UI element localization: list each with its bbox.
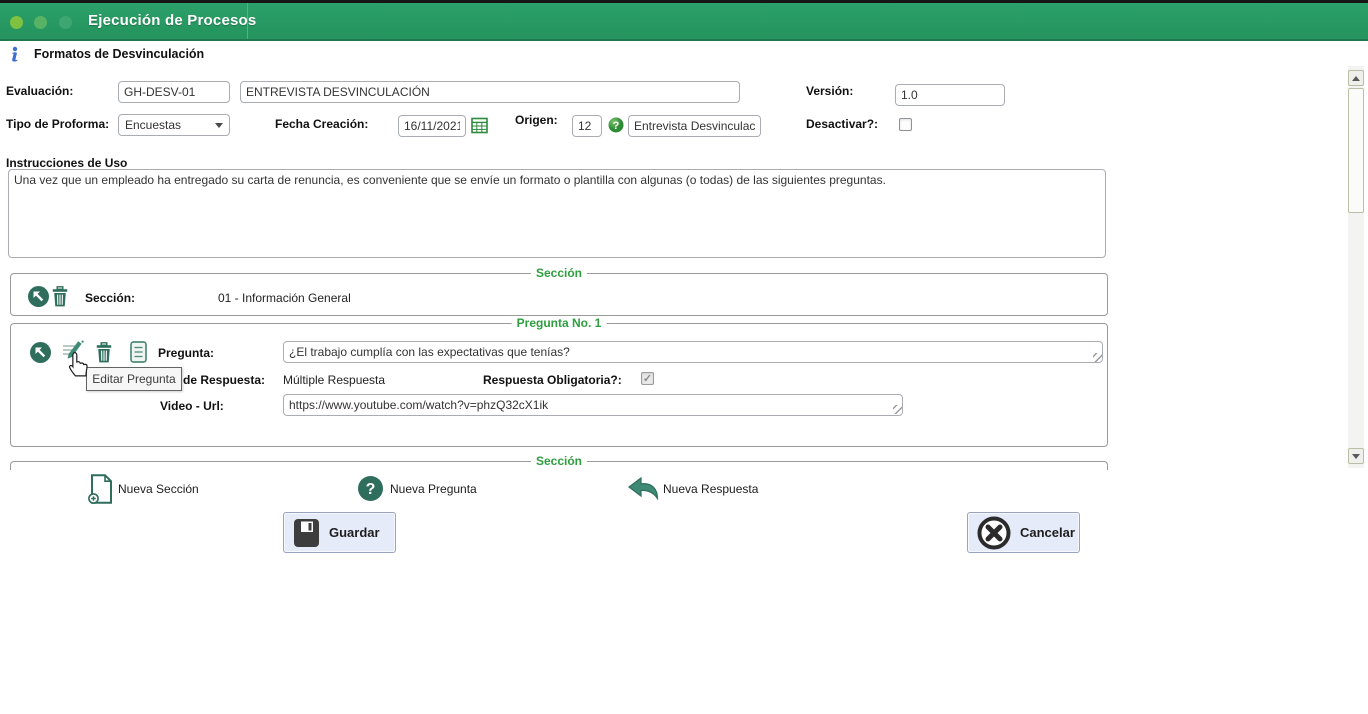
cancel-icon: [977, 516, 1011, 550]
seccion-label: Sección:: [85, 291, 136, 305]
question-doc-icon[interactable]: [130, 341, 147, 363]
scrollbar-thumb[interactable]: [1348, 88, 1364, 213]
origen-code-input[interactable]: [572, 115, 602, 137]
instrucciones-label: Instrucciones de Uso: [6, 156, 128, 170]
new-answer-icon[interactable]: [628, 476, 659, 501]
select-section-icon[interactable]: [28, 286, 49, 307]
origen-label: Origen:: [515, 113, 558, 127]
new-section-icon[interactable]: [88, 474, 114, 504]
select-question-icon[interactable]: [30, 342, 51, 363]
scroll-up-icon: [1352, 75, 1360, 81]
seccion2-fieldset: Sección: [10, 454, 1108, 470]
version-input[interactable]: [895, 84, 1005, 106]
delete-question-trash-icon[interactable]: [96, 342, 112, 363]
evaluacion-name-input[interactable]: [240, 81, 740, 103]
new-question-icon[interactable]: ?: [358, 476, 383, 501]
header-divider: [247, 3, 248, 39]
tipo-proforma-select[interactable]: Encuestas: [118, 114, 230, 136]
edit-question-tooltip: Editar Pregunta: [86, 367, 182, 391]
calendar-icon[interactable]: [471, 117, 488, 134]
seccion2-legend: Sección: [530, 454, 588, 468]
nueva-respuesta-button[interactable]: Nueva Respuesta: [663, 482, 758, 496]
respuesta-obligatoria-checkbox[interactable]: [641, 372, 654, 385]
page-title: Formatos de Desvinculación: [34, 47, 205, 61]
info-icon: [8, 46, 22, 65]
fecha-creacion-input[interactable]: [398, 115, 466, 137]
video-url-label: Video - Url:: [160, 399, 224, 413]
help-icon[interactable]: ?: [608, 117, 624, 133]
window-dot-2-icon[interactable]: [34, 16, 47, 29]
edit-icon[interactable]: [62, 340, 85, 364]
tipo-proforma-label: Tipo de Proforma:: [6, 117, 110, 131]
tipo-respuesta-value: Múltiple Respuesta: [283, 373, 386, 387]
scroll-down-button[interactable]: [1348, 448, 1364, 464]
instrucciones-textarea[interactable]: Una vez que un empleado ha entregado su …: [8, 169, 1106, 258]
desactivar-checkbox[interactable]: [899, 118, 912, 131]
evaluacion-code-input[interactable]: [118, 81, 230, 103]
respuesta-obligatoria-label: Respuesta Obligatoria?:: [483, 373, 622, 387]
delete-section-trash-icon[interactable]: [52, 286, 68, 307]
save-button[interactable]: Guardar: [283, 512, 396, 553]
window-title: Ejecución de Procesos: [88, 12, 257, 29]
nueva-seccion-button[interactable]: Nueva Sección: [118, 482, 199, 496]
save-button-label: Guardar: [329, 525, 380, 540]
save-icon: [293, 518, 320, 548]
tipo-proforma-value: Encuestas: [125, 118, 182, 132]
title-bar: Ejecución de Procesos: [0, 0, 1368, 41]
origen-name-input[interactable]: [628, 115, 761, 137]
version-label: Versión:: [806, 84, 854, 98]
window-dot-3-icon[interactable]: [59, 16, 72, 29]
seccion-fieldset: Sección: [10, 266, 1108, 316]
seccion-legend: Sección: [530, 266, 588, 280]
seccion-value: 01 - Información General: [218, 291, 351, 305]
evaluacion-label: Evaluación:: [6, 84, 74, 98]
window-dot-1-icon[interactable]: [10, 16, 23, 29]
app-window: Ejecución de Procesos Formatos de Desvin…: [0, 0, 1368, 714]
pregunta-input[interactable]: [283, 341, 1103, 363]
scroll-down-icon: [1352, 453, 1360, 459]
chevron-down-icon: [215, 122, 223, 128]
desactivar-label: Desactivar?:: [806, 117, 879, 131]
cancel-button-label: Cancelar: [1020, 525, 1075, 540]
fecha-creacion-label: Fecha Creación:: [275, 117, 369, 131]
svg-text:?: ?: [613, 120, 620, 132]
pregunta-label: Pregunta:: [158, 346, 215, 360]
svg-text:?: ?: [366, 481, 376, 498]
vertical-scrollbar[interactable]: [1348, 66, 1364, 468]
video-url-input[interactable]: [283, 394, 903, 416]
cancel-button[interactable]: Cancelar: [967, 512, 1080, 553]
pregunta-legend: Pregunta No. 1: [511, 316, 607, 330]
scroll-up-button[interactable]: [1348, 70, 1364, 86]
nueva-pregunta-button[interactable]: Nueva Pregunta: [390, 482, 477, 496]
tipo-respuesta-label: de Respuesta:: [183, 373, 266, 387]
